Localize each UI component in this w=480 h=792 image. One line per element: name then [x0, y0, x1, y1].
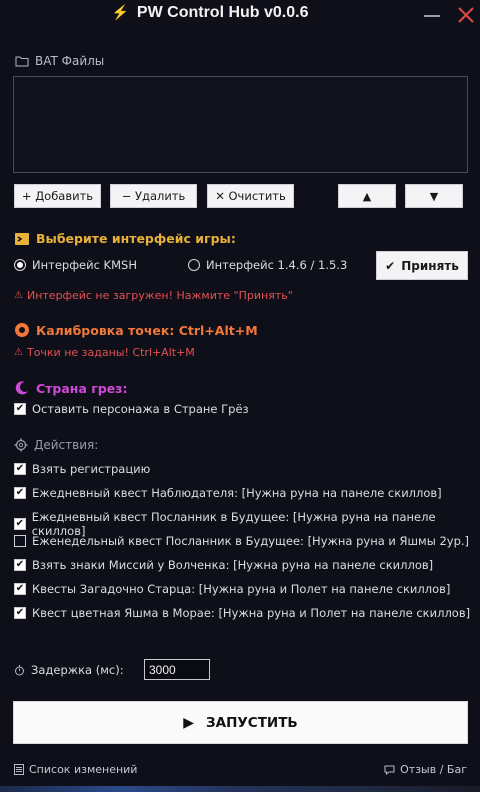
keep-in-dreamland-checkbox-row[interactable]: ✔ Оставить персонажа в Стране Грёз	[14, 402, 249, 416]
delay-input[interactable]	[144, 659, 210, 680]
keep-in-dreamland-checkbox[interactable]: ✔	[14, 403, 26, 415]
changelog-label: Список изменений	[29, 763, 138, 776]
action-checkbox[interactable]: ✔	[14, 607, 26, 619]
run-button[interactable]: ▶ ЗАПУСТИТЬ	[13, 701, 468, 744]
action-checkbox[interactable]: ✔	[14, 487, 26, 499]
radio-kmsh-label: Интерфейс KMSH	[32, 258, 137, 272]
interface-title: Выберите интерфейс игры:	[36, 231, 236, 246]
move-up-button[interactable]: ▲	[338, 184, 396, 208]
lightning-icon: ⚡	[111, 4, 129, 20]
chat-icon	[384, 765, 395, 775]
action-item[interactable]: Еженедельный квест Посланник в Будущее: …	[14, 534, 469, 548]
gear-icon	[14, 438, 28, 452]
bat-files-label: BAT Файлы	[35, 54, 105, 68]
radio-interface-kmsh[interactable]: Интерфейс KMSH	[14, 258, 137, 272]
action-label: Взять знаки Миссий у Волченка: [Нужна ру…	[32, 558, 434, 572]
dreamland-section-header: Страна грез:	[14, 380, 127, 396]
warning-icon: ⚠	[14, 347, 23, 358]
action-label: Квесты Загадочно Старца: [Нужна руна и П…	[32, 582, 451, 596]
dreamland-title: Страна грез:	[36, 380, 128, 396]
calibration-warning: ⚠ Точки не заданы! Ctrl+Alt+M	[14, 346, 195, 359]
list-icon	[14, 764, 24, 775]
close-button[interactable]	[454, 3, 478, 27]
interface-warning-text: Интерфейс не загружен! Нажмите "Принять"	[26, 289, 293, 302]
accept-label: Принять	[401, 258, 459, 273]
remove-button[interactable]: − Удалить	[110, 184, 197, 208]
bat-files-header: BAT Файлы	[15, 54, 104, 68]
radio-146-indicator[interactable]	[188, 259, 200, 271]
action-item[interactable]: ✔ Взять регистрацию	[14, 462, 150, 476]
action-label: Взять регистрацию	[32, 462, 151, 476]
close-icon	[458, 7, 474, 23]
clear-button[interactable]: ✕ Очистить	[207, 184, 294, 208]
feedback-link[interactable]: Отзыв / Баг	[384, 763, 467, 776]
moon-icon	[15, 381, 28, 395]
calibration-title: Калибровка точек: Ctrl+Alt+M	[36, 322, 258, 338]
folder-icon	[15, 56, 29, 67]
action-item[interactable]: ✔ Взять знаки Миссий у Волченка: [Нужна …	[14, 558, 433, 572]
actions-section-header: Действия:	[14, 438, 98, 452]
interface-icon	[15, 232, 29, 245]
run-label: ЗАПУСТИТЬ	[206, 714, 298, 731]
action-checkbox[interactable]: ✔	[14, 583, 26, 595]
keep-in-dreamland-label: Оставить персонажа в Стране Грёз	[32, 402, 249, 416]
window-title: PW Control Hub v0.0.6	[136, 4, 309, 21]
changelog-link[interactable]: Список изменений	[14, 763, 137, 776]
interface-section-header: Выберите интерфейс игры:	[14, 231, 236, 246]
action-label: Ежедневный квест Наблюдателя: [Нужна рун…	[32, 486, 442, 500]
stopwatch-icon	[15, 665, 24, 676]
calibration-section-header: Калибровка точек: Ctrl+Alt+M	[14, 322, 258, 338]
play-icon: ▶	[183, 714, 195, 731]
calibration-warning-text: Точки не заданы! Ctrl+Alt+M	[26, 346, 195, 359]
minimize-button[interactable]	[420, 3, 444, 27]
calibration-icon	[15, 323, 29, 337]
radio-146-label: Интерфейс 1.4.6 / 1.5.3	[206, 258, 348, 272]
interface-warning: ⚠ Интерфейс не загружен! Нажмите "Принят…	[14, 289, 293, 302]
minimize-icon	[424, 15, 440, 17]
action-checkbox[interactable]: ✔	[14, 463, 26, 475]
action-item[interactable]: ✔ Квест цветная Яшма в Морае: [Нужна рун…	[14, 606, 470, 620]
delay-label: Задержка (мс):	[31, 663, 124, 677]
action-checkbox[interactable]: ✔	[14, 559, 26, 571]
actions-title: Действия:	[34, 438, 99, 452]
action-item[interactable]: ✔ Квесты Загадочно Старца: [Нужна руна и…	[14, 582, 450, 596]
radio-interface-146[interactable]: Интерфейс 1.4.6 / 1.5.3	[188, 258, 347, 272]
action-checkbox[interactable]	[14, 535, 26, 547]
action-label: Еженедельный квест Посланник в Будущее: …	[32, 534, 470, 548]
bat-files-list[interactable]	[13, 76, 468, 173]
move-down-button[interactable]: ▼	[405, 184, 463, 208]
accept-button[interactable]: ✔ Принять	[376, 251, 468, 280]
warning-icon: ⚠	[14, 290, 23, 301]
add-button[interactable]: + Добавить	[14, 184, 101, 208]
action-label: Квест цветная Яшма в Морае: [Нужна руна …	[32, 606, 471, 620]
radio-kmsh-indicator[interactable]	[14, 259, 26, 271]
window-title-bar: ⚡ PW Control Hub v0.0.6	[0, 4, 420, 26]
checkmark-icon: ✔	[385, 258, 396, 273]
action-item[interactable]: ✔ Ежедневный квест Наблюдателя: [Нужна р…	[14, 486, 442, 500]
delay-label-row: Задержка (мс):	[14, 663, 124, 677]
feedback-label: Отзыв / Баг	[400, 763, 467, 776]
taskbar-strip	[0, 786, 480, 792]
action-checkbox[interactable]: ✔	[14, 518, 26, 530]
